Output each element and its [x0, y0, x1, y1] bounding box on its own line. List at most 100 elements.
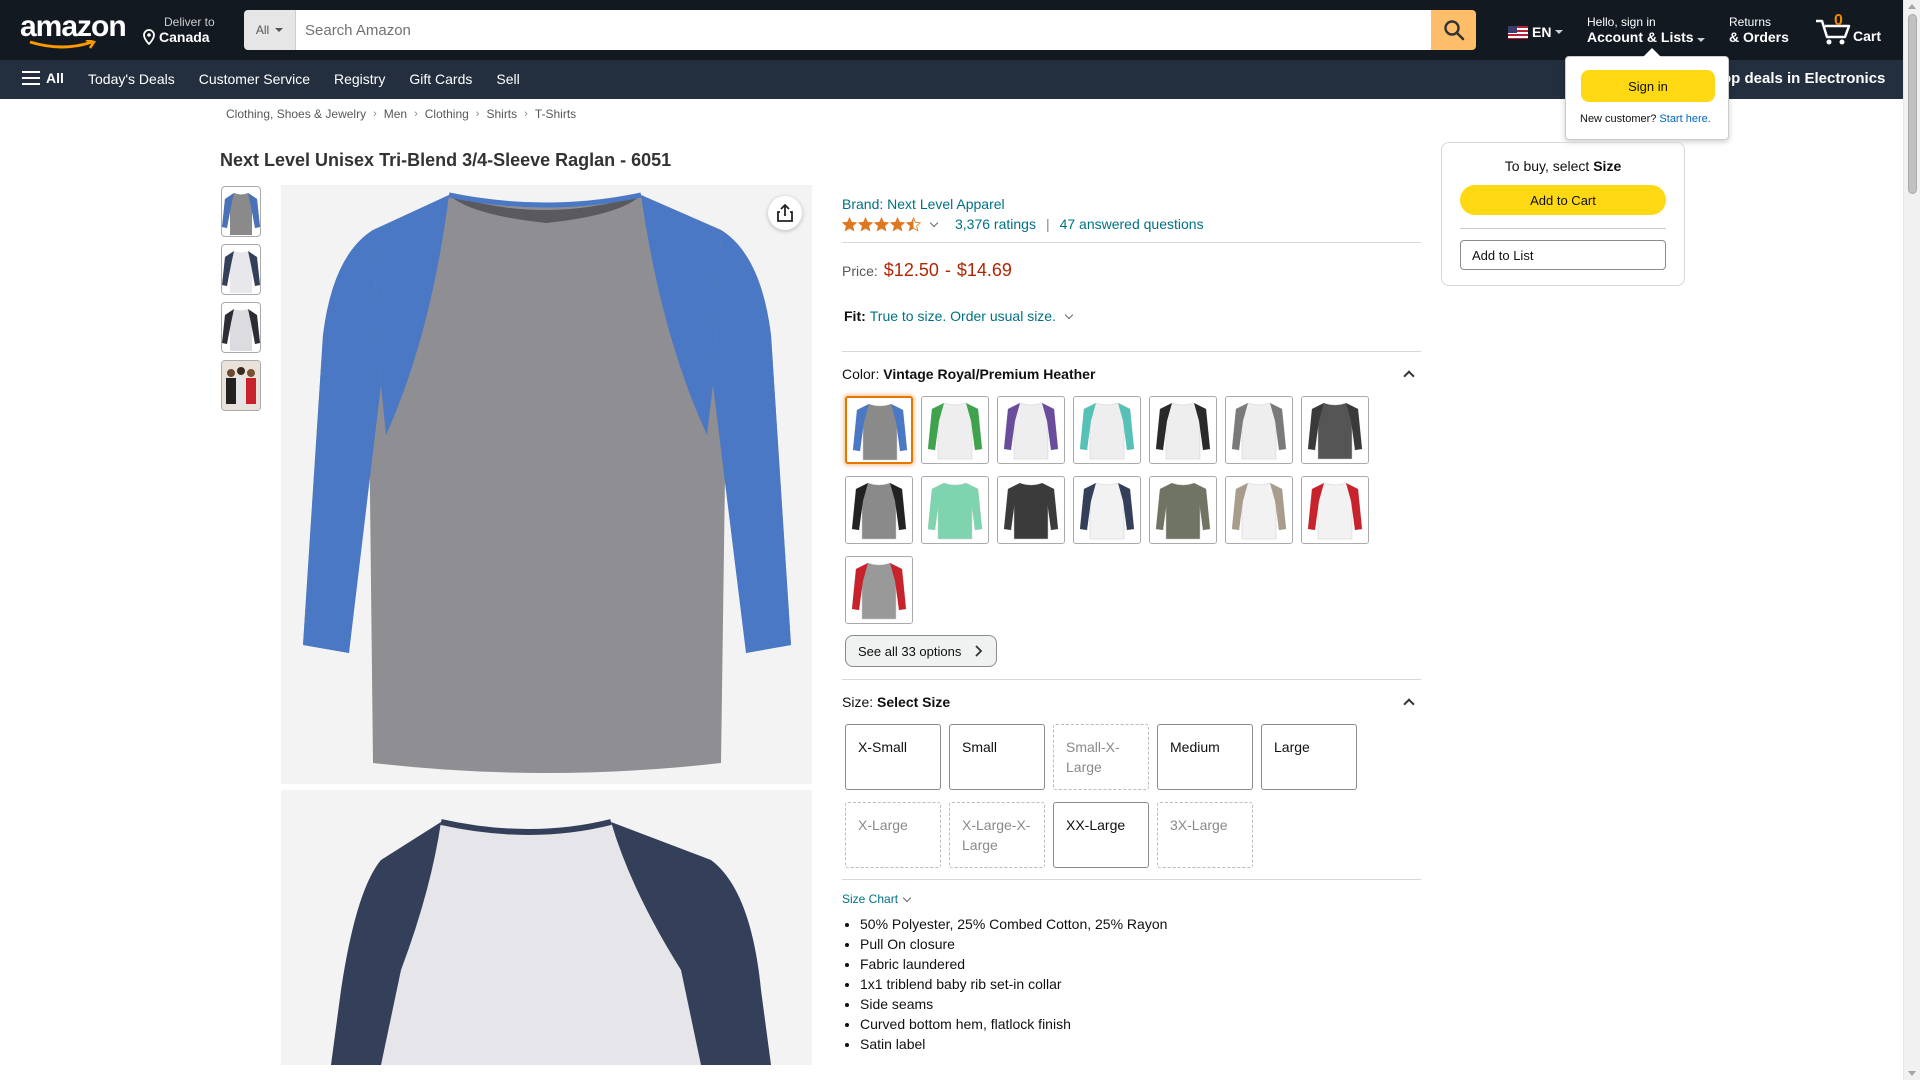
feature-bullet: Pull On closure [860, 934, 1167, 954]
share-button[interactable] [768, 196, 802, 230]
promo-link[interactable]: op deals in Electronics [1722, 70, 1885, 87]
thumbnail-4[interactable] [221, 360, 261, 411]
feature-bullet: Curved bottom hem, flatlock finish [860, 1014, 1167, 1034]
color-swatch[interactable] [1149, 476, 1217, 544]
nav-link-sell[interactable]: Sell [496, 71, 519, 87]
amazon-logo[interactable]: amazon [20, 12, 127, 49]
buy-prompt-text: To buy, select [1504, 158, 1590, 174]
nav-link-todays-deals[interactable]: Today's Deals [88, 71, 175, 87]
color-swatch[interactable] [845, 476, 913, 544]
star-icon [906, 216, 921, 231]
feature-bullet: Satin label [860, 1034, 1167, 1054]
size-option[interactable]: Medium [1157, 724, 1253, 790]
language-selector[interactable]: EN [1508, 24, 1564, 40]
scroll-down-icon[interactable] [1908, 1071, 1916, 1076]
deliver-country: Canada [159, 29, 210, 45]
chevron-down-icon [1064, 310, 1074, 319]
color-swatch[interactable] [921, 476, 989, 544]
breadcrumb-item[interactable]: Clothing, Shoes & Jewelry [226, 107, 366, 121]
feature-bullet: Fabric laundered [860, 954, 1167, 974]
nav-link-customer-service[interactable]: Customer Service [199, 71, 310, 87]
ratings-count-link[interactable]: 3,376 ratings [955, 216, 1036, 232]
color-swatch[interactable] [1073, 396, 1141, 464]
search-category-dropdown[interactable]: All [244, 10, 296, 50]
size-option[interactable]: X-Large [845, 802, 941, 868]
add-to-cart-button[interactable]: Add to Cart [1460, 185, 1666, 215]
deliver-to[interactable]: Deliver to Canada [142, 15, 215, 45]
start-here-link[interactable]: Start here. [1659, 113, 1710, 125]
feature-bullets: 50% Polyester, 25% Combed Cotton, 25% Ra… [860, 914, 1167, 1054]
size-label: Size: [842, 694, 874, 710]
thumbnail-2[interactable] [221, 244, 261, 295]
us-flag-icon [1508, 25, 1528, 39]
fit-value: True to size. Order usual size. [869, 308, 1056, 324]
chevron-right-icon: › [373, 108, 377, 120]
chevron-right-icon: › [524, 108, 528, 120]
search-button[interactable] [1431, 10, 1476, 50]
divider [842, 351, 1421, 352]
page: amazon Deliver to Canada All Search Amaz… [0, 0, 1920, 1080]
divider [842, 879, 1421, 880]
scrollbar-thumb[interactable] [1908, 14, 1917, 194]
all-menu-button[interactable]: All [22, 70, 64, 86]
chevron-down-icon [902, 893, 912, 902]
main-product-image[interactable] [281, 185, 812, 784]
account-lists[interactable]: Hello, sign in Account & Lists [1587, 15, 1706, 45]
size-option[interactable]: Small-X-Large [1053, 724, 1149, 790]
color-swatch[interactable] [845, 396, 913, 464]
search-input[interactable]: Search Amazon [296, 10, 1431, 50]
chevron-up-icon[interactable] [1403, 370, 1415, 382]
subnav-links: Today's Deals Customer Service Registry … [88, 71, 520, 87]
color-swatch[interactable] [1225, 396, 1293, 464]
star-rating[interactable] [842, 216, 921, 232]
thumbnail-3[interactable] [221, 302, 261, 353]
cart-count: 0 [1834, 12, 1843, 29]
vertical-scrollbar[interactable] [1903, 0, 1920, 1080]
secondary-product-image[interactable] [281, 790, 812, 1065]
color-swatch[interactable] [845, 556, 913, 624]
rating-row: 3,376 ratings | 47 answered questions [842, 216, 1204, 232]
see-all-options-button[interactable]: See all 33 options [845, 635, 997, 667]
color-swatch[interactable] [1225, 476, 1293, 544]
deliver-label: Deliver to [164, 15, 215, 29]
color-swatch[interactable] [1301, 396, 1369, 464]
brand-link[interactable]: Brand: Next Level Apparel [842, 196, 1005, 212]
color-swatch[interactable] [1149, 396, 1217, 464]
size-option[interactable]: 3X-Large [1157, 802, 1253, 868]
answered-questions-link[interactable]: 47 answered questions [1060, 216, 1204, 232]
signin-button[interactable]: Sign in [1581, 70, 1715, 102]
size-option[interactable]: X-Large-X-Large [949, 802, 1045, 868]
thumbnail-1[interactable] [221, 186, 261, 237]
color-swatch[interactable] [997, 476, 1065, 544]
price-separator: - [944, 260, 951, 280]
star-icon [858, 216, 873, 231]
caret-down-icon [275, 28, 284, 32]
new-customer-text: New customer? Start here. [1580, 113, 1711, 125]
add-to-list-button[interactable]: Add to List [1460, 240, 1666, 270]
breadcrumb-item[interactable]: Men [384, 107, 407, 121]
size-option[interactable]: Large [1261, 724, 1357, 790]
breadcrumb-item[interactable]: T-Shirts [535, 107, 576, 121]
cart-button[interactable]: 0 Cart [1813, 10, 1893, 50]
nav-link-registry[interactable]: Registry [334, 71, 385, 87]
color-swatch[interactable] [1301, 476, 1369, 544]
breadcrumb-item[interactable]: Shirts [486, 107, 517, 121]
color-swatch[interactable] [1073, 476, 1141, 544]
scroll-up-icon[interactable] [1908, 4, 1916, 9]
fit-row[interactable]: Fit: True to size. Order usual size. [844, 308, 1074, 324]
breadcrumb-item[interactable]: Clothing [425, 107, 469, 121]
hamburger-icon [22, 71, 40, 85]
size-option[interactable]: Small [949, 724, 1045, 790]
caret-down-icon [1697, 38, 1706, 42]
chevron-up-icon[interactable] [1403, 698, 1415, 710]
size-option[interactable]: XX-Large [1053, 802, 1149, 868]
color-swatch[interactable] [921, 396, 989, 464]
nav-link-gift-cards[interactable]: Gift Cards [409, 71, 472, 87]
size-option[interactable]: X-Small [845, 724, 941, 790]
color-value: Vintage Royal/Premium Heather [883, 366, 1096, 382]
color-swatch[interactable] [997, 396, 1065, 464]
separator: | [1045, 216, 1050, 232]
returns-orders[interactable]: Returns & Orders [1729, 15, 1789, 45]
star-icon [874, 216, 889, 231]
size-chart-link[interactable]: Size Chart [842, 892, 912, 906]
